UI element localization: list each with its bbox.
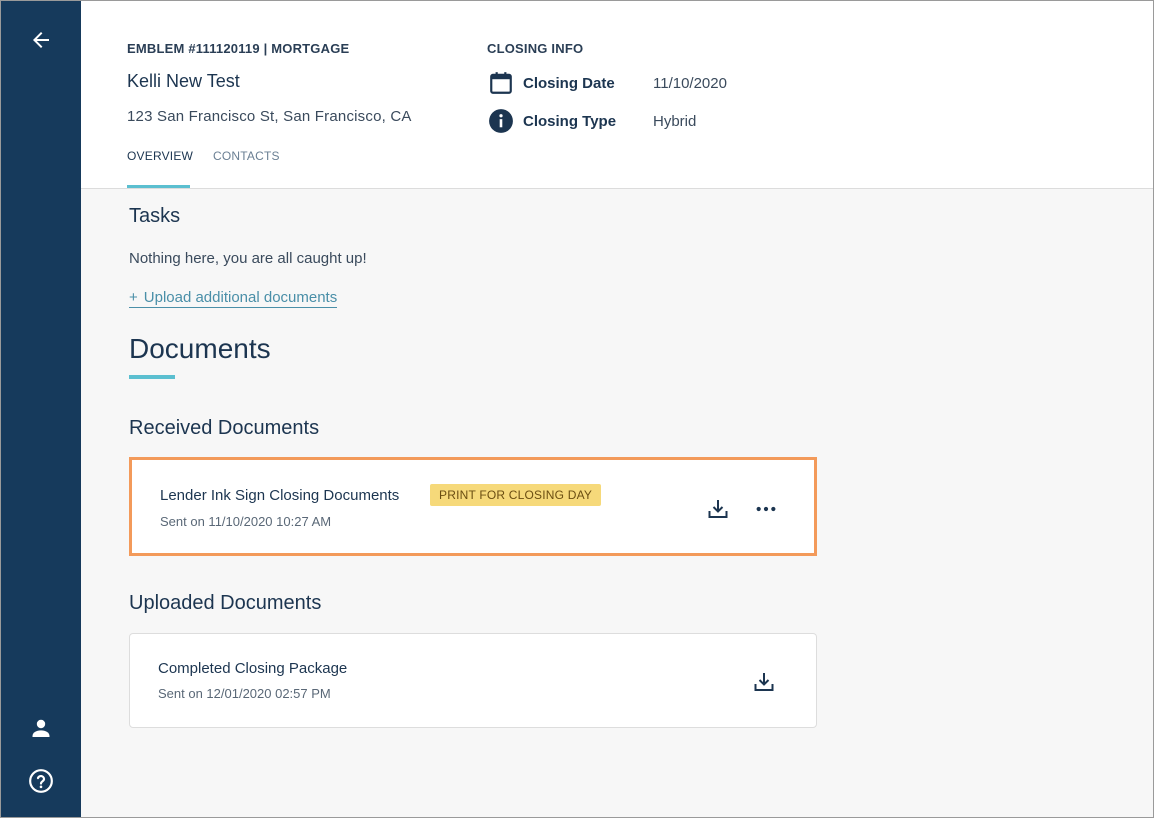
tab-overview[interactable]: OVERVIEW — [127, 149, 193, 189]
info-icon — [487, 107, 515, 135]
download-icon[interactable] — [749, 667, 779, 697]
document-name: Lender Ink Sign Closing Documents — [160, 487, 400, 504]
property-address: 123 San Francisco St, San Francisco, CA — [127, 108, 412, 125]
closing-type-label: Closing Type — [523, 112, 617, 130]
closing-info-title: CLOSING INFO — [487, 41, 584, 56]
document-sent-date: Sent on 11/10/2020 10:27 AM — [160, 514, 332, 529]
status-badge: PRINT FOR CLOSING DAY — [430, 484, 602, 506]
app-window: EMBLEM #111120119 | MORTGAGE Kelli New T… — [0, 0, 1154, 818]
more-options-icon[interactable] — [751, 494, 781, 524]
overview-content: Tasks Nothing here, you are all caught u… — [81, 189, 1153, 817]
closing-date-row: Closing Date 11/10/2020 — [487, 69, 727, 97]
closing-type-value: Hybrid — [653, 112, 697, 130]
help-icon[interactable] — [25, 765, 57, 797]
uploaded-documents-heading: Uploaded Documents — [129, 592, 322, 614]
closing-date-label: Closing Date — [523, 74, 615, 92]
uploaded-document-card[interactable]: Completed Closing Package Sent on 12/01/… — [129, 633, 817, 728]
tab-contacts[interactable]: CONTACTS — [213, 149, 280, 189]
tasks-empty-message: Nothing here, you are all caught up! — [129, 250, 367, 267]
received-documents-heading: Received Documents — [129, 417, 320, 439]
download-icon[interactable] — [703, 494, 733, 524]
user-icon[interactable] — [25, 712, 57, 744]
calendar-icon — [487, 69, 515, 97]
document-name: Completed Closing Package — [158, 660, 348, 677]
loan-header: EMBLEM #111120119 | MORTGAGE Kelli New T… — [81, 1, 1153, 189]
closing-type-row: Closing Type Hybrid — [487, 107, 696, 135]
plus-icon: + — [129, 289, 138, 306]
closing-date-value: 11/10/2020 — [653, 74, 727, 92]
documents-heading-underline — [129, 375, 175, 379]
borrower-name: Kelli New Test — [127, 71, 240, 91]
sidebar — [1, 1, 81, 817]
loan-identifier: EMBLEM #111120119 | MORTGAGE — [127, 41, 350, 56]
upload-documents-link[interactable]: + Upload additional documents — [129, 289, 338, 308]
arrow-left-icon[interactable] — [25, 24, 57, 56]
received-document-card[interactable]: Lender Ink Sign Closing Documents PRINT … — [129, 457, 817, 556]
documents-heading: Documents — [129, 333, 271, 364]
document-sent-date: Sent on 12/01/2020 02:57 PM — [158, 686, 331, 701]
tasks-heading: Tasks — [129, 205, 181, 227]
upload-link-label: Upload additional documents — [143, 289, 338, 306]
